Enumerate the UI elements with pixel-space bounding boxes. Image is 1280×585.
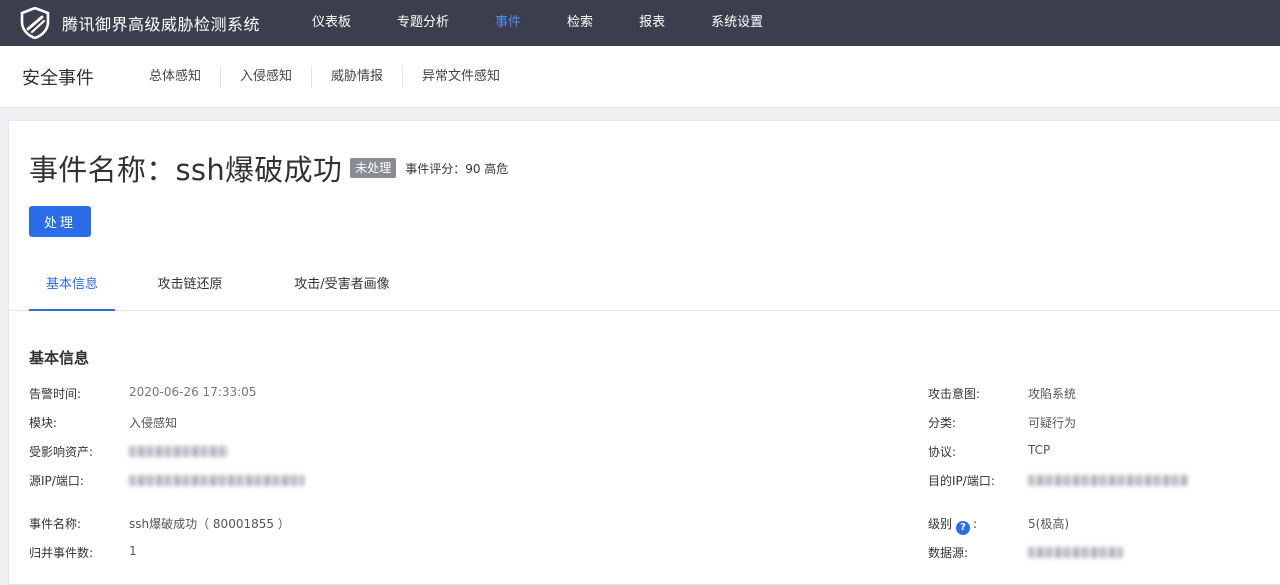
event-title-row: 事件名称：ssh爆破成功 未处理 事件评分：90 高危 (29, 147, 508, 189)
info-label: 事件名称: (29, 517, 82, 531)
shield-logo-icon (20, 7, 50, 39)
brand[interactable]: 腾讯御界高级威胁检测系统 (0, 7, 300, 39)
info-value: 1 (129, 544, 137, 558)
tab-attacker-victim-profile[interactable]: 攻击/受害者画像 (279, 267, 405, 311)
info-value: 攻陷系统 (1028, 387, 1077, 401)
info-value: 2020-06-26 17:33:05 (129, 385, 257, 399)
info-label: 受影响资产: (29, 445, 94, 459)
info-row-attack-intent: 攻击意图: 攻陷系统 (928, 385, 1076, 402)
info-value: 5(极高) (1028, 517, 1069, 531)
info-label: 级别?: (928, 515, 1028, 535)
info-label: 源IP/端口: (29, 474, 84, 488)
info-row-level: 级别?: 5(极高) (928, 515, 1069, 535)
info-row-event-name: 事件名称: ssh爆破成功（ 80001855 ） (29, 515, 290, 532)
redacted-value (1028, 475, 1188, 486)
event-detail-card: 事件名称：ssh爆破成功 未处理 事件评分：90 高危 处理 基本信息 攻击链还… (8, 120, 1280, 585)
info-row-protocol: 协议: TCP (928, 443, 1050, 460)
redacted-value (129, 475, 304, 486)
info-label: 归并事件数: (29, 546, 94, 560)
subnav-overall-awareness[interactable]: 总体感知 (130, 65, 222, 88)
subnav-abnormal-file[interactable]: 异常文件感知 (403, 66, 519, 88)
detail-tabs: 基本信息 攻击链还原 攻击/受害者画像 (9, 267, 1280, 311)
redacted-value (1028, 547, 1123, 558)
nav-topic-analysis[interactable]: 专题分析 (397, 0, 449, 46)
subnav-threat-intel[interactable]: 威胁情报 (312, 65, 404, 88)
info-value: 入侵感知 (129, 416, 178, 430)
nav-events[interactable]: 事件 (495, 0, 521, 46)
info-row-category: 分类: 可疑行为 (928, 414, 1076, 431)
info-label: 协议: (928, 445, 957, 459)
info-row-dest-ip: 目的IP/端口: (928, 472, 1188, 489)
info-row-affected-asset: 受影响资产: (29, 443, 229, 460)
status-badge: 未处理 (350, 158, 397, 178)
main-nav: 仪表板 专题分析 事件 检索 报表 系统设置 (312, 0, 809, 46)
level-label-text: 级别 (928, 517, 953, 531)
event-title: 事件名称：ssh爆破成功 (29, 153, 343, 187)
info-row-module: 模块: 入侵感知 (29, 414, 177, 431)
info-value: TCP (1028, 443, 1051, 457)
tab-attack-chain[interactable]: 攻击链还原 (147, 267, 233, 311)
help-icon[interactable]: ? (956, 521, 971, 535)
section-title: 安全事件 (22, 67, 94, 89)
nav-system-settings[interactable]: 系统设置 (711, 0, 763, 46)
app-title: 腾讯御界高级威胁检测系统 (62, 15, 261, 34)
info-label: 模块: (29, 416, 58, 430)
info-row-data-source: 数据源: (928, 544, 1123, 561)
info-label: 分类: (928, 416, 957, 430)
tab-basic-info[interactable]: 基本信息 (29, 267, 115, 311)
sub-nav: 总体感知 入侵感知 威胁情报 异常文件感知 (130, 65, 519, 88)
basic-info-heading: 基本信息 (29, 349, 90, 367)
nav-search[interactable]: 检索 (567, 0, 593, 46)
info-label: 攻击意图: (928, 387, 981, 401)
info-value: 可疑行为 (1028, 416, 1077, 430)
info-value: ssh爆破成功（ 80001855 ） (129, 517, 290, 531)
level-label-colon: : (973, 517, 978, 531)
redacted-value (129, 446, 229, 457)
info-row-source-ip: 源IP/端口: (29, 472, 304, 489)
info-row-merged-count: 归并事件数: 1 (29, 544, 137, 561)
sub-header: 安全事件 总体感知 入侵感知 威胁情报 异常文件感知 (0, 46, 1280, 108)
nav-reports[interactable]: 报表 (639, 0, 665, 46)
subnav-intrusion-awareness[interactable]: 入侵感知 (221, 65, 313, 88)
nav-dashboard[interactable]: 仪表板 (312, 0, 351, 46)
top-navigation-bar: 腾讯御界高级威胁检测系统 仪表板 专题分析 事件 检索 报表 系统设置 (0, 0, 1280, 46)
event-score: 事件评分：90 高危 (405, 161, 509, 176)
info-label: 目的IP/端口: (928, 474, 995, 488)
info-label: 数据源: (928, 546, 969, 560)
info-label: 告警时间: (29, 387, 82, 401)
info-row-alert-time: 告警时间: 2020-06-26 17:33:05 (29, 385, 256, 402)
handle-button[interactable]: 处理 (29, 206, 91, 237)
